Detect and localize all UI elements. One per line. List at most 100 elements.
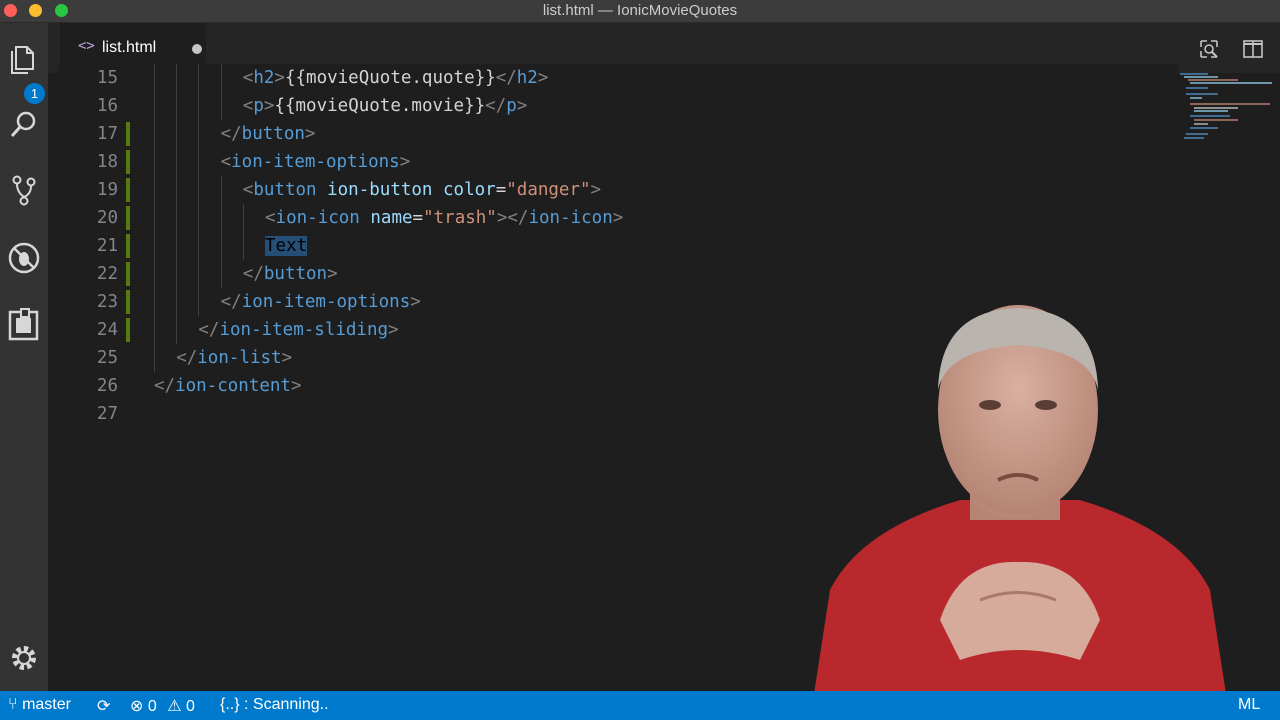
indent-guide [198,120,200,148]
code-text: </ion-item-sliding> [198,316,398,344]
indent-guide [198,148,200,176]
split-editor-icon [1243,40,1263,58]
title-bar: list.html — IonicMovieQuotes [0,0,1280,23]
modified-line-gutter-marker[interactable] [126,262,130,286]
indent-guide [154,120,155,148]
indent-guide [220,232,222,260]
explorer-badge: 1 [24,83,45,104]
code-token: ></ [496,208,529,228]
code-token: {{movieQuote.movie}} [274,96,486,116]
code-token: > [537,68,549,88]
selected-text: Text [265,236,308,256]
code-token: </ [176,348,198,368]
code-token: ion-icon [528,208,613,228]
code-text: </ion-item-options> [221,288,421,316]
modified-line-gutter-marker[interactable] [126,122,130,146]
line-number: 19 [96,180,118,200]
source-control-icon [12,175,36,206]
modified-line-gutter-marker[interactable] [126,290,130,314]
code-line[interactable]: 15 <h2>{{movieQuote.quote}}</h2> [58,64,1158,92]
indent-guide [176,148,178,176]
indent-guide [220,92,222,120]
extensions-icon [8,308,39,341]
modified-line-gutter-marker[interactable] [126,234,130,258]
indent-guide [154,64,155,92]
indent-guide [154,232,155,260]
code-token: button [263,264,328,284]
line-number: 17 [96,124,118,144]
indent-guide [176,204,178,232]
indent-guide [176,288,178,316]
modified-line-gutter-marker[interactable] [126,150,130,174]
activity-bar: 1 [0,23,48,691]
search-button[interactable] [7,107,41,141]
extensions-button[interactable] [7,307,41,341]
indent-guide [198,64,200,92]
code-token: < [265,208,276,228]
code-token: > [290,376,302,396]
code-line[interactable]: 21 Text [58,232,1158,260]
modified-line-gutter-marker[interactable] [126,178,130,202]
split-editor-button[interactable] [1242,38,1264,65]
line-number: 26 [96,376,118,396]
modified-line-gutter-marker[interactable] [126,206,130,230]
scanning-status[interactable]: {..} : Scanning.. [220,696,329,714]
code-line[interactable]: 16 <p>{{movieQuote.movie}}</p> [58,92,1158,120]
code-token: </ [198,320,220,340]
code-token: name [370,208,413,228]
minimap[interactable] [1178,64,1278,164]
git-branch-icon: ⑂ [8,696,18,713]
code-token: </ [495,68,517,88]
code-token: h2 [516,68,538,88]
tab-label: list.html [102,39,157,56]
branch-indicator[interactable]: ⑂ master [8,696,71,714]
line-number: 23 [96,292,118,312]
code-token: h2 [253,68,275,88]
code-token: > [399,152,411,172]
source-control-button[interactable] [7,173,41,207]
code-token: > [263,96,275,116]
sync-button[interactable]: ⟳ [97,696,110,716]
code-token: < [220,152,232,172]
manage-button[interactable] [7,641,41,675]
files-icon [11,46,34,74]
sync-icon: ⟳ [97,698,111,715]
unsaved-dot-icon[interactable] [192,44,202,54]
indent-guide [220,204,222,232]
problems-indicator[interactable]: ⊗ 0 ⚠ 0 [130,696,195,716]
open-preview-button[interactable] [1198,38,1220,65]
code-line[interactable]: 20 <ion-icon name="trash"></ion-icon> [58,204,1158,232]
language-mode[interactable]: ML [1238,696,1260,714]
code-line[interactable]: 18 <ion-item-options> [58,148,1158,176]
indent-guide [154,288,155,316]
line-number: 21 [96,236,118,256]
code-text: </ion-list> [176,344,292,372]
indent-guide [176,232,178,260]
code-token: ion-item-options [241,292,411,312]
indent-guide [176,120,178,148]
code-text: Text [265,232,308,260]
indent-guide [154,176,155,204]
code-line[interactable]: 19 <button ion-button color="danger"> [58,176,1158,204]
indent-guide [242,204,244,232]
code-token: = [495,180,507,200]
code-token: = [412,208,424,228]
code-text: <p>{{movieQuote.movie}}</p> [243,92,528,120]
status-bar: ⑂ master ⟳ ⊗ 0 ⚠ 0 {..} : Scanning.. ML [0,691,1280,720]
code-line[interactable]: 17 </button> [58,120,1158,148]
code-token: ion-content [175,376,291,396]
line-number: 16 [96,96,118,116]
explorer-button[interactable] [7,41,41,75]
modified-line-gutter-marker[interactable] [126,318,130,342]
error-count: 0 [147,698,157,715]
code-line[interactable]: 22 </button> [58,260,1158,288]
html-file-icon: <> [78,38,95,54]
code-text: </ion-content> [154,372,302,400]
debug-button[interactable] [7,241,41,275]
code-token: ion-list [197,348,282,368]
indent-guide [198,204,200,232]
indent-guide [154,148,155,176]
open-preview-icon [1200,40,1218,58]
